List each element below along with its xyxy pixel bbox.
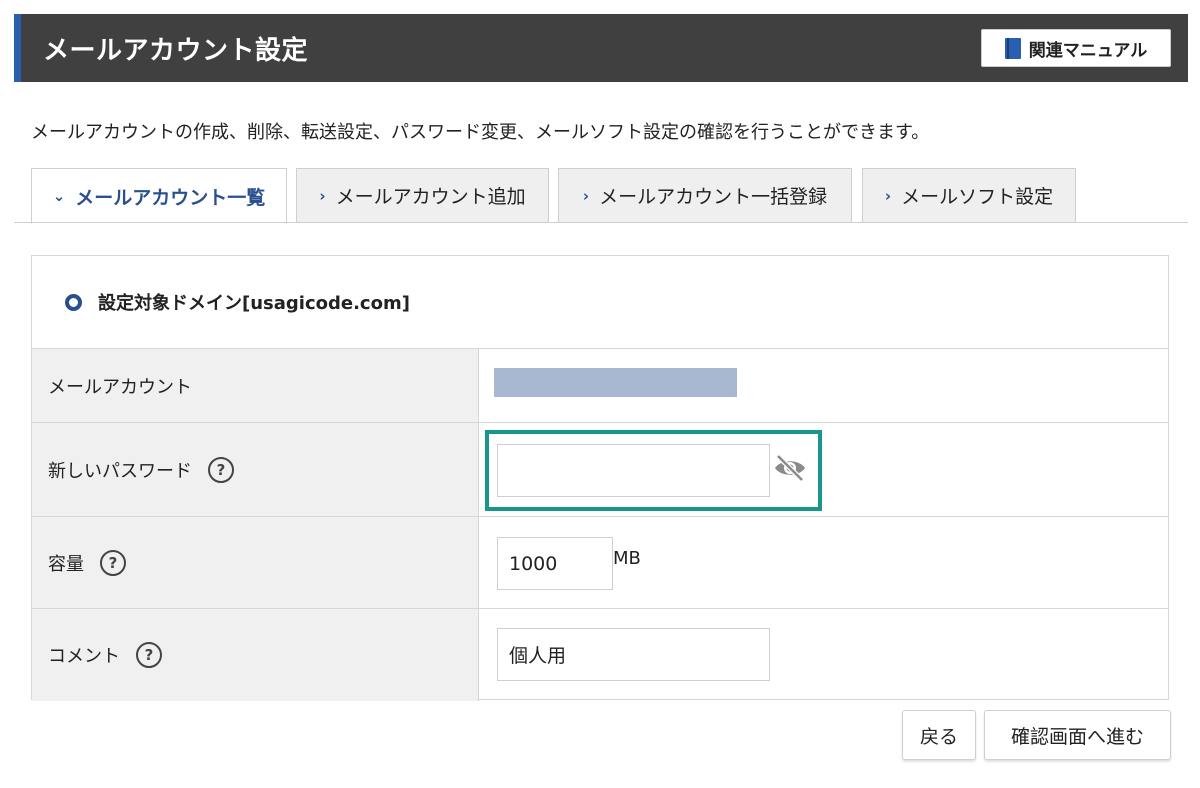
tabs-divider: [14, 222, 1188, 223]
chevron-right-icon: ›: [319, 186, 326, 205]
capacity-unit: MB: [613, 548, 641, 569]
manual-button-label: 関連マニュアル: [1028, 40, 1148, 61]
comment-value: [480, 609, 1168, 701]
help-icon[interactable]: ?: [136, 642, 162, 668]
label-capacity: 容量 ?: [32, 517, 479, 608]
tab-mail-software-settings[interactable]: › メールソフト設定: [862, 168, 1076, 223]
page-title: メールアカウント設定: [43, 35, 309, 66]
eye-slash-icon[interactable]: [772, 453, 808, 483]
tab-label: メールアカウント一括登録: [599, 186, 828, 208]
capacity-value: MB: [480, 517, 1168, 608]
label-comment: コメント ?: [32, 609, 479, 701]
row-mail-account: メールアカウント: [32, 349, 1168, 423]
ring-bullet-icon: [65, 293, 82, 311]
label-new-password: 新しいパスワード ?: [32, 423, 479, 516]
back-button[interactable]: 戻る: [902, 710, 976, 760]
redacted-account-value: [494, 368, 737, 397]
help-icon[interactable]: ?: [100, 549, 126, 576]
domain-heading: 設定対象ドメイン[usagicode.com]: [32, 256, 1168, 349]
manual-button[interactable]: 関連マニュアル: [981, 29, 1171, 67]
domain-title: 設定対象ドメイン[usagicode.com]: [98, 293, 410, 314]
tab-label: メールアカウント一覧: [75, 186, 266, 209]
row-comment: コメント ?: [32, 609, 1168, 701]
chevron-down-icon: ⌄: [52, 187, 66, 205]
page-header: メールアカウント設定 関連マニュアル: [14, 14, 1188, 82]
new-password-label: 新しいパスワード: [48, 460, 192, 482]
chevron-right-icon: ›: [582, 186, 590, 205]
tab-account-add[interactable]: › メールアカウント追加: [296, 168, 549, 223]
tab-account-bulk-register[interactable]: › メールアカウント一括登録: [558, 168, 852, 223]
new-password-value: [480, 423, 1168, 516]
tab-label: メールソフト設定: [901, 186, 1054, 208]
mail-account-value: [480, 349, 1168, 422]
confirm-button[interactable]: 確認画面へ進む: [984, 710, 1171, 760]
capacity-label: 容量: [48, 553, 84, 575]
help-icon[interactable]: ?: [208, 456, 234, 483]
chevron-right-icon: ›: [884, 186, 892, 205]
comment-input[interactable]: [497, 628, 770, 681]
new-password-input[interactable]: [497, 444, 770, 497]
page-description: メールアカウントの作成、削除、転送設定、パスワード変更、メールソフト設定の確認を…: [31, 122, 930, 143]
row-new-password: 新しいパスワード ?: [32, 423, 1168, 517]
comment-label: コメント: [48, 646, 120, 667]
label-mail-account: メールアカウント: [32, 349, 479, 422]
book-icon: [1004, 37, 1021, 59]
tab-account-list[interactable]: ⌄ メールアカウント一覧: [31, 168, 287, 224]
tab-label: メールアカウント追加: [335, 186, 526, 208]
capacity-input[interactable]: [497, 537, 613, 590]
settings-panel: 設定対象ドメイン[usagicode.com] メールアカウント 新しいパスワー…: [31, 255, 1169, 701]
mail-account-label: メールアカウント: [48, 376, 192, 398]
row-capacity: 容量 ? MB: [32, 517, 1168, 609]
